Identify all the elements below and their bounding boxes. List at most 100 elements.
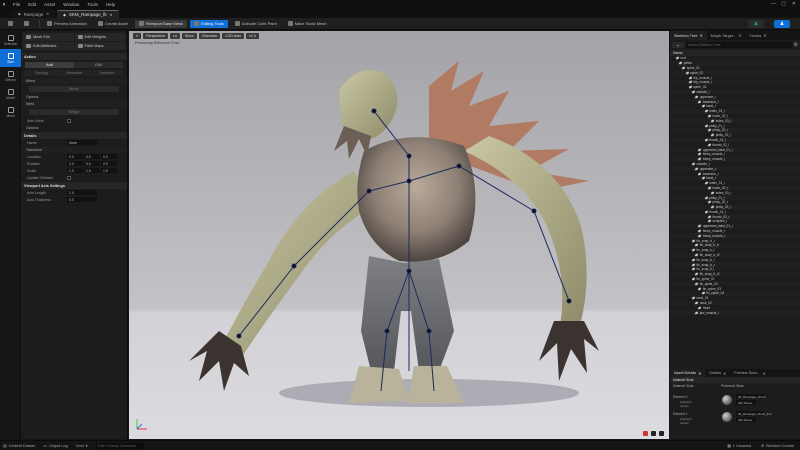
details-section-header[interactable]: Details: [21, 132, 127, 139]
axis-length-field[interactable]: 1.0: [67, 190, 97, 195]
rotation-y-field[interactable]: 0.0: [84, 161, 100, 166]
location-z-field[interactable]: 0.0: [101, 154, 117, 159]
weld-section-header[interactable]: Weld: [21, 101, 127, 107]
maximize-icon[interactable]: ▢: [781, 1, 786, 7]
viewport-show-button[interactable]: Show: [181, 32, 197, 39]
minimize-icon[interactable]: —: [771, 1, 776, 7]
close-tab-icon[interactable]: ✕: [110, 13, 113, 17]
viewport-lit-button[interactable]: Lit: [169, 32, 180, 39]
viewport-x1-0-button[interactable]: x1.0: [246, 32, 259, 39]
viewport-character-button[interactable]: Character: [198, 32, 221, 39]
cmd-selector[interactable]: Cmd ▾: [76, 443, 88, 449]
tree-row[interactable]: jaw_muscle_l: [670, 310, 800, 316]
action-section-header[interactable]: Action: [21, 53, 127, 60]
scale-x-field[interactable]: 1.0: [67, 168, 83, 173]
mode-deform[interactable]: Deform: [0, 67, 21, 85]
settings-gear-icon[interactable]: ⚙: [794, 42, 798, 48]
element-0-isolate[interactable]: Isolate: [680, 404, 689, 408]
mode-selection[interactable]: Selection: [0, 31, 21, 49]
create-asset-button[interactable]: Create Asset: [94, 20, 132, 28]
tab-skeleton-tree[interactable]: Skeleton Tree ✕: [670, 31, 707, 40]
character-mode-icon[interactable]: ♟: [748, 20, 764, 28]
tab-curves[interactable]: Curves ✕: [745, 31, 770, 40]
location-x-field[interactable]: 0.0: [67, 154, 83, 159]
update-children-checkbox[interactable]: [67, 175, 71, 180]
auto-weld-checkbox[interactable]: [67, 118, 71, 123]
tool-edit-attributes[interactable]: Edit Attributes: [23, 42, 74, 50]
close-tab-icon[interactable]: ✕: [699, 33, 702, 38]
close-icon[interactable]: ✕: [792, 1, 796, 7]
axis-thickness-field[interactable]: 0.0: [67, 197, 97, 202]
mode-skin[interactable]: Skin: [0, 49, 21, 67]
name-field[interactable]: None: [67, 140, 97, 145]
editing-tools-button[interactable]: Editing Tools: [190, 19, 228, 28]
reimport-base-mesh-button[interactable]: Reimport Base Mesh: [134, 19, 188, 28]
preview-animation-button[interactable]: Preview Animation: [43, 20, 91, 28]
rotation-x-field[interactable]: 0.0: [67, 161, 83, 166]
mirror-section-header[interactable]: Mirror: [21, 78, 127, 84]
maximize-viewport-icon[interactable]: [659, 431, 664, 436]
viewport-axis-section-header[interactable]: Viewport Axis Settings: [21, 182, 127, 189]
activate-cloth-paint-button[interactable]: Activate Cloth Paint: [231, 20, 281, 28]
3d-viewport[interactable]: ≡ Perspective Lit Show Character LOD Auto x1.…: [129, 31, 669, 439]
tab-orientation[interactable]: Orientation: [57, 70, 91, 76]
viewport-lod-auto-button[interactable]: LOD Auto: [222, 32, 245, 39]
tab-preview-scen[interactable]: Preview Scen... ✕: [730, 369, 770, 377]
weld-options-label[interactable]: Options: [21, 125, 127, 131]
tab-transform[interactable]: Transform: [90, 70, 124, 76]
scale-z-field[interactable]: 1.0: [101, 168, 117, 173]
location-y-field[interactable]: 0.0: [84, 154, 100, 159]
save-icon[interactable]: [4, 20, 17, 28]
tab-details[interactable]: Details ✕: [705, 369, 730, 377]
close-tab-icon[interactable]: ✕: [46, 12, 49, 16]
make-static-mesh-button[interactable]: Make Static Mesh: [284, 20, 331, 28]
mode-mesh[interactable]: Mesh: [0, 103, 21, 121]
tool-paint-maps[interactable]: Paint Maps: [74, 42, 125, 50]
tab-add[interactable]: Add: [25, 62, 74, 68]
material-1-thumbnail[interactable]: [722, 412, 732, 422]
camera-speed-icon[interactable]: [651, 431, 656, 436]
menu-window[interactable]: Window: [59, 2, 83, 7]
mesh-mode-icon[interactable]: ♟: [774, 20, 790, 28]
unsaved-indicator[interactable]: ▦ 1 Unsaved: [727, 443, 751, 449]
tab-topology[interactable]: Topology: [25, 70, 58, 76]
material-0-thumbnail[interactable]: [722, 395, 732, 405]
element-1-isolate[interactable]: Isolate: [680, 421, 689, 425]
close-tab-icon[interactable]: ✕: [763, 371, 766, 376]
bridge-button[interactable]: Bridge: [29, 109, 119, 115]
revision-control-button[interactable]: ⊕ Revision Control: [761, 443, 794, 449]
tab-skm-rampage-fk[interactable]: ◆ SKM_Rampage_fk ✕: [57, 10, 119, 18]
tab-morph-target[interactable]: Morph Target... ✕: [707, 31, 746, 40]
content-drawer-button[interactable]: ▤ Content Drawer: [3, 443, 35, 449]
material-0-name[interactable]: MI_Rampage_Armor: [736, 394, 766, 399]
console-command-input[interactable]: Enter Console Command: [95, 442, 144, 449]
mirror-options-label[interactable]: Options: [21, 94, 127, 100]
menu-help[interactable]: Help: [102, 2, 119, 7]
close-tab-icon[interactable]: ✕: [763, 33, 766, 38]
tab-edit[interactable]: Edit: [74, 62, 123, 68]
material-1-name[interactable]: MI_Rampage_Flesh_Inst: [736, 411, 772, 416]
unreal-logo-icon[interactable]: ◐: [0, 0, 9, 9]
viewport-menu-icon[interactable]: ≡: [133, 32, 142, 39]
rotation-z-field[interactable]: 0.0: [101, 161, 117, 166]
tool-mesh-elm[interactable]: Mesh Elm: [23, 33, 74, 41]
record-icon[interactable]: [643, 431, 648, 436]
skeleton-search-input[interactable]: Search Skeleton Tree: [686, 42, 792, 48]
scale-y-field[interactable]: 1.0: [84, 168, 100, 173]
menu-edit[interactable]: Edit: [24, 2, 40, 7]
material-1-slot-name[interactable]: Slot Name: [736, 417, 756, 422]
close-tab-icon[interactable]: ✕: [698, 371, 701, 376]
viewport-perspective-button[interactable]: Perspective: [143, 32, 168, 39]
close-tab-icon[interactable]: ✕: [738, 33, 741, 38]
tool-edit-weights[interactable]: Edit Weights: [74, 33, 125, 41]
menu-tools[interactable]: Tools: [83, 2, 102, 7]
tab-rampage[interactable]: ◆ Rampage ✕: [12, 10, 56, 18]
material-0-slot-name[interactable]: Slot Name: [736, 400, 756, 405]
menu-asset[interactable]: Asset: [40, 2, 59, 7]
close-tab-icon[interactable]: ✕: [723, 371, 726, 376]
mode-model[interactable]: Model: [0, 85, 21, 103]
menu-file[interactable]: File: [9, 2, 24, 7]
tab-asset-details[interactable]: Asset Details ✕: [670, 369, 706, 377]
add-socket-button[interactable]: +: [672, 42, 684, 48]
output-log-button[interactable]: ▭ Output Log: [43, 443, 67, 449]
